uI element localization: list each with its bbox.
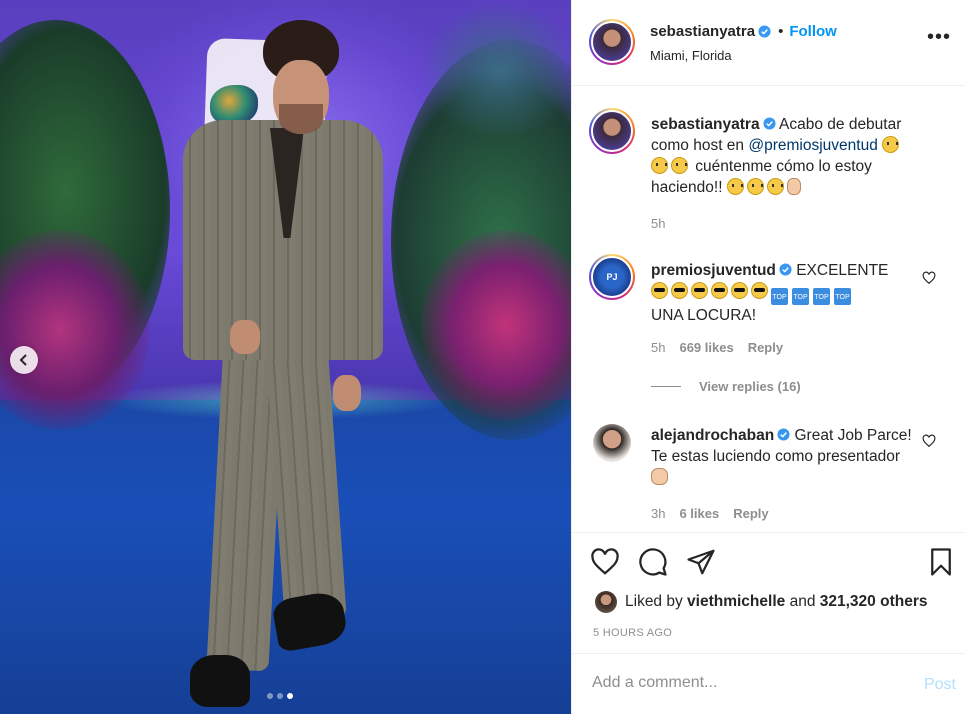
post-timestamp[interactable]: 5 HOURS AGO bbox=[593, 627, 672, 639]
liked-by-others[interactable]: 321,320 others bbox=[820, 593, 928, 611]
comment-body: UNA LOCURA! bbox=[651, 307, 757, 324]
avatar[interactable]: PJ bbox=[589, 254, 635, 300]
carousel-dot-active bbox=[287, 693, 293, 699]
comment-time[interactable]: 5h bbox=[651, 340, 665, 355]
avatar[interactable] bbox=[595, 591, 617, 613]
top-emoji: TOP bbox=[813, 288, 830, 305]
instagram-post: sebastianyatra • Follow Miami, Florida •… bbox=[0, 0, 965, 714]
comment-likes[interactable]: 6 likes bbox=[679, 506, 719, 521]
carousel-indicator bbox=[267, 693, 293, 699]
like-comment-heart-icon[interactable] bbox=[922, 434, 936, 448]
comment-meta: 5h bbox=[651, 216, 665, 231]
comment-meta: 5h 669 likes Reply bbox=[651, 340, 783, 355]
avatar[interactable] bbox=[589, 108, 635, 154]
comment-username[interactable]: alejandrochaban bbox=[651, 427, 774, 444]
liked-by-prefix: Liked by bbox=[625, 593, 683, 610]
sunglasses-emoji bbox=[711, 282, 728, 299]
like-comment-heart-icon[interactable] bbox=[922, 271, 936, 285]
reply-button[interactable]: Reply bbox=[733, 506, 768, 521]
heart-icon[interactable] bbox=[590, 547, 620, 577]
comment-icon[interactable] bbox=[638, 547, 668, 577]
photo-person bbox=[175, 20, 385, 710]
avatar-image: PJ bbox=[591, 256, 633, 298]
frowning-face-emoji bbox=[726, 178, 744, 195]
comment-body: EXCELENTE bbox=[796, 262, 889, 279]
comment-meta: 3h 6 likes Reply bbox=[651, 506, 769, 521]
sunglasses-emoji bbox=[671, 282, 688, 299]
top-emoji: TOP bbox=[792, 288, 809, 305]
post-comment-button[interactable]: Post bbox=[924, 676, 956, 694]
avatar[interactable] bbox=[593, 424, 631, 462]
comment-username[interactable]: premiosjuventud bbox=[651, 262, 776, 279]
replies-divider bbox=[651, 386, 681, 387]
person-hand bbox=[230, 320, 260, 354]
sunglasses-emoji bbox=[731, 282, 748, 299]
sunglasses-emoji bbox=[651, 282, 668, 299]
comment-likes[interactable]: 669 likes bbox=[679, 340, 733, 355]
post-header: sebastianyatra • Follow Miami, Florida •… bbox=[572, 0, 965, 86]
person-beard bbox=[279, 104, 323, 134]
comment-input[interactable] bbox=[592, 674, 892, 692]
comment-time[interactable]: 5h bbox=[651, 216, 665, 231]
header-location[interactable]: Miami, Florida bbox=[650, 48, 732, 63]
bookmark-icon[interactable] bbox=[926, 547, 956, 577]
avatar-image bbox=[591, 21, 633, 63]
carousel-dot bbox=[277, 693, 283, 699]
person-shoe bbox=[190, 655, 250, 707]
comment-text: sebastianyatra Acabo de debutar como hos… bbox=[651, 114, 921, 198]
avatar[interactable] bbox=[589, 19, 635, 65]
verified-badge-icon bbox=[758, 25, 771, 38]
sunglasses-emoji bbox=[691, 282, 708, 299]
frowning-face-emoji bbox=[766, 178, 784, 195]
liked-by-middle: and bbox=[789, 593, 816, 610]
sunglasses-emoji bbox=[751, 282, 768, 299]
comment-time[interactable]: 3h bbox=[651, 506, 665, 521]
header-username[interactable]: sebastianyatra bbox=[650, 23, 755, 40]
mention-link[interactable]: @premiosjuventud bbox=[748, 137, 877, 154]
clapping-hands-emoji bbox=[651, 468, 668, 485]
person-hand bbox=[333, 375, 361, 411]
avatar-text: PJ bbox=[606, 272, 618, 282]
pointing-down-emoji bbox=[786, 178, 801, 195]
more-options-icon[interactable]: ••• bbox=[927, 27, 951, 47]
verified-badge-icon bbox=[777, 428, 790, 441]
liked-by-user[interactable]: viethmichelle bbox=[687, 593, 785, 611]
carousel-prev-button[interactable] bbox=[10, 346, 38, 374]
flushed-face-emoji bbox=[651, 157, 668, 174]
post-actions: Liked by viethmichelle and 321,320 other… bbox=[572, 532, 965, 654]
carousel-dot bbox=[267, 693, 273, 699]
avatar-image bbox=[591, 110, 633, 152]
comments-list[interactable]: sebastianyatra Acabo de debutar como hos… bbox=[572, 86, 965, 532]
top-emoji: TOP bbox=[834, 288, 851, 305]
view-replies-button[interactable]: View replies (16) bbox=[651, 379, 801, 394]
post-side-panel: sebastianyatra • Follow Miami, Florida •… bbox=[571, 0, 965, 714]
share-icon[interactable] bbox=[686, 547, 716, 577]
header-user: sebastianyatra • Follow bbox=[650, 23, 837, 40]
view-replies-label: View replies (16) bbox=[699, 379, 801, 394]
add-comment-bar: Post bbox=[572, 656, 965, 714]
top-emoji: TOP bbox=[771, 288, 788, 305]
flushed-face-emoji bbox=[671, 157, 688, 174]
flushed-face-emoji bbox=[882, 136, 900, 153]
photo-foliage bbox=[420, 0, 571, 140]
follow-button[interactable]: Follow bbox=[789, 23, 837, 40]
post-photo[interactable] bbox=[0, 0, 571, 714]
verified-badge-icon bbox=[763, 117, 776, 130]
liked-by: Liked by viethmichelle and 321,320 other… bbox=[595, 591, 927, 613]
comment-text: premiosjuventud EXCELENTE TOP TOP TOP TOP U… bbox=[651, 260, 921, 326]
verified-badge-icon bbox=[779, 263, 792, 276]
comment-text: alejandrochaban Great Job Parce! Te esta… bbox=[651, 425, 921, 488]
chevron-left-icon bbox=[19, 354, 27, 366]
reply-button[interactable]: Reply bbox=[748, 340, 783, 355]
comment-username[interactable]: sebastianyatra bbox=[651, 116, 760, 133]
header-separator: • bbox=[778, 23, 784, 40]
frowning-face-emoji bbox=[746, 178, 764, 195]
